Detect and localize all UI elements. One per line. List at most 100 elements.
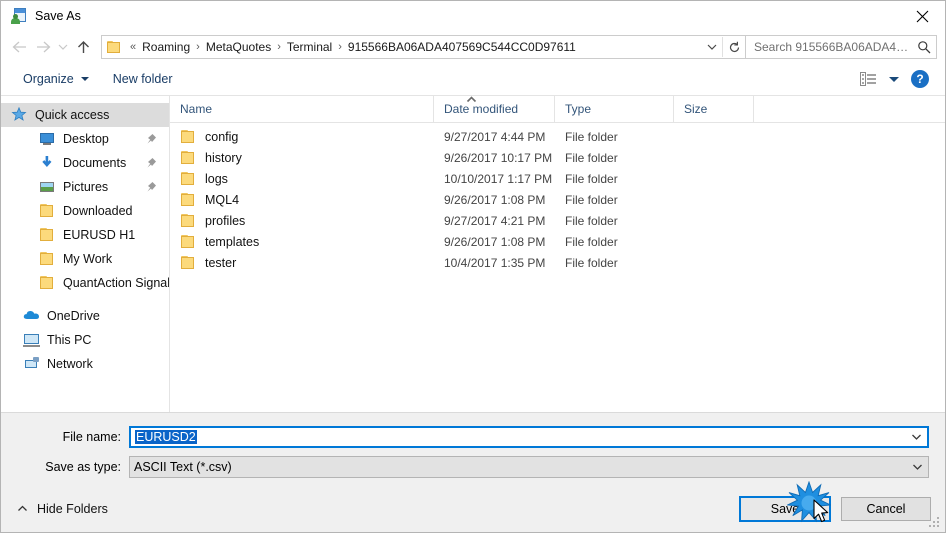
navigation-pane: Quick access Desktop Documents Pictures …: [1, 96, 170, 412]
file-name-cell: history: [170, 150, 434, 166]
file-name-input[interactable]: EURUSD2: [129, 426, 929, 448]
hide-folders-button[interactable]: Hide Folders: [11, 502, 108, 516]
table-row[interactable]: logs 10/10/2017 1:17 PM File folder: [170, 168, 945, 189]
breadcrumb-separator: ›: [338, 41, 342, 53]
file-date: 9/26/2017 1:08 PM: [444, 234, 546, 249]
search-box[interactable]: Search 915566BA06ADA40756...: [746, 35, 937, 59]
recent-locations-chevron-icon[interactable]: [55, 35, 71, 59]
file-type: File folder: [565, 171, 618, 186]
file-name-cell: logs: [170, 171, 434, 187]
sidebar-item-desktop[interactable]: Desktop: [1, 127, 169, 151]
chevron-down-icon[interactable]: [906, 463, 928, 471]
breadcrumb-roaming[interactable]: Roaming: [141, 40, 191, 54]
column-header-size[interactable]: Size: [674, 96, 754, 122]
refresh-icon[interactable]: [722, 37, 745, 57]
column-header-label: Size: [684, 102, 708, 116]
chevron-down-icon[interactable]: [702, 43, 722, 51]
column-header-type[interactable]: Type: [555, 96, 674, 122]
cancel-button[interactable]: Cancel: [841, 497, 931, 521]
file-name-value: EURUSD2: [135, 430, 197, 444]
file-name-cell: tester: [170, 255, 434, 271]
column-headers: Name Date modified Type Size: [170, 96, 945, 123]
new-folder-button[interactable]: New folder: [105, 69, 181, 89]
sidebar-item-downloaded[interactable]: Downloaded: [1, 199, 169, 223]
sidebar-item-network[interactable]: Network: [1, 352, 169, 376]
table-row[interactable]: templates 9/26/2017 1:08 PM File folder: [170, 231, 945, 252]
file-name-value-wrap: EURUSD2: [131, 430, 905, 444]
pin-icon[interactable]: [146, 133, 157, 147]
resize-grip-icon[interactable]: [929, 517, 941, 529]
view-dropdown-chevron-down-icon[interactable]: [889, 76, 899, 82]
folder-icon: [180, 150, 197, 166]
sidebar-item-my-work[interactable]: My Work: [1, 247, 169, 271]
folder-icon: [180, 234, 197, 250]
column-header-label: Name: [180, 102, 213, 116]
folder-icon: [39, 227, 56, 243]
save-form: File name: EURUSD2 Save as type: ASCII T…: [1, 412, 945, 486]
pin-icon[interactable]: [146, 181, 157, 195]
chevron-down-icon[interactable]: [905, 433, 927, 441]
breadcrumb-separator: ›: [196, 41, 200, 53]
save-as-type-select[interactable]: ASCII Text (*.csv): [129, 456, 929, 478]
table-row[interactable]: config 9/27/2017 4:44 PM File folder: [170, 126, 945, 147]
sidebar-item-pictures[interactable]: Pictures: [1, 175, 169, 199]
sidebar-item-label: This PC: [47, 333, 92, 347]
file-date: 9/26/2017 1:08 PM: [444, 192, 546, 207]
file-name-cell: MQL4: [170, 192, 434, 208]
file-name: config: [205, 129, 239, 144]
file-name: history: [205, 150, 242, 165]
view-layout-icon[interactable]: [856, 70, 881, 88]
file-type: File folder: [565, 192, 618, 207]
table-row[interactable]: history 9/26/2017 10:17 PM File folder: [170, 147, 945, 168]
sidebar-item-label: Desktop: [63, 132, 109, 146]
back-arrow-icon[interactable]: [7, 35, 31, 59]
close-icon[interactable]: [899, 1, 945, 31]
table-row[interactable]: tester 10/4/2017 1:35 PM File folder: [170, 252, 945, 273]
pin-icon[interactable]: [146, 157, 157, 171]
folder-icon: [39, 251, 56, 267]
star-icon: [11, 106, 28, 123]
sidebar-item-quantaction-signal[interactable]: QuantAction Signal: [1, 271, 169, 295]
search-icon[interactable]: [912, 40, 936, 54]
help-label: ?: [916, 72, 924, 86]
sidebar-item-documents[interactable]: Documents: [1, 151, 169, 175]
this-pc-icon: [23, 332, 40, 348]
table-row[interactable]: MQL4 9/26/2017 1:08 PM File folder: [170, 189, 945, 210]
sidebar-item-this-pc[interactable]: This PC: [1, 328, 169, 352]
folder-icon: [180, 129, 197, 145]
sidebar-item-onedrive[interactable]: OneDrive: [1, 304, 169, 328]
table-row[interactable]: profiles 9/27/2017 4:21 PM File folder: [170, 210, 945, 231]
network-icon: [23, 356, 40, 372]
column-header-name[interactable]: Name: [170, 96, 434, 122]
help-icon[interactable]: ?: [911, 70, 929, 88]
file-name-cell: profiles: [170, 213, 434, 229]
column-header-label: Date modified: [444, 102, 519, 116]
dialog-footer: Hide Folders Save Cancel: [1, 486, 945, 532]
organize-button[interactable]: Organize: [15, 69, 97, 89]
sidebar-item-eurusd-h1[interactable]: EURUSD H1: [1, 223, 169, 247]
hide-folders-label: Hide Folders: [37, 502, 108, 516]
breadcrumb-terminal[interactable]: Terminal: [286, 40, 333, 54]
file-name: templates: [205, 234, 260, 249]
file-type: File folder: [565, 255, 618, 270]
sidebar-item-label: EURUSD H1: [63, 228, 136, 242]
sidebar-item-quick-access[interactable]: Quick access: [1, 103, 169, 127]
breadcrumb-overflow[interactable]: «: [125, 41, 141, 53]
sidebar-item-label: OneDrive: [47, 309, 100, 323]
breadcrumb-metaquotes[interactable]: MetaQuotes: [205, 40, 272, 54]
pictures-icon: [39, 179, 56, 195]
sidebar-item-label: Network: [47, 357, 93, 371]
breadcrumb-current-folder[interactable]: 915566BA06ADA407569C544CC0D97611: [347, 40, 702, 54]
window-title: Save As: [35, 9, 81, 23]
forward-arrow-icon[interactable]: [31, 35, 55, 59]
file-date: 9/26/2017 10:17 PM: [444, 150, 553, 165]
search-input[interactable]: Search 915566BA06ADA40756...: [746, 40, 912, 54]
column-header-date-modified[interactable]: Date modified: [434, 96, 555, 122]
navigation-bar: « Roaming › MetaQuotes › Terminal › 9155…: [1, 31, 945, 63]
address-bar[interactable]: « Roaming › MetaQuotes › Terminal › 9155…: [101, 35, 746, 59]
folder-icon: [180, 255, 197, 271]
cancel-button-label: Cancel: [866, 502, 906, 516]
save-button[interactable]: Save: [739, 496, 831, 522]
up-arrow-icon[interactable]: [71, 35, 95, 59]
file-type: File folder: [565, 213, 618, 228]
